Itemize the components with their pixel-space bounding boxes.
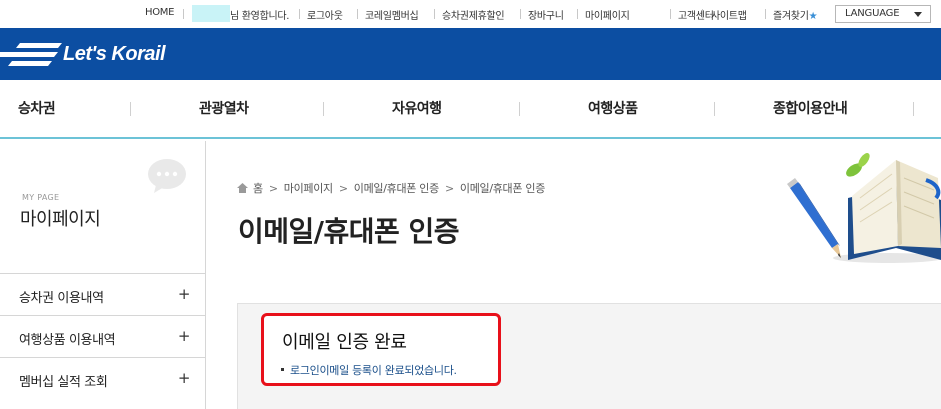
logo-text[interactable]: Let's Korail <box>63 43 166 66</box>
favorites-label: 즐겨찾기 <box>773 11 809 22</box>
user-name-redacted <box>192 5 230 22</box>
nav-item-tickets[interactable]: 승차권 <box>18 98 56 118</box>
verification-complete-box: 이메일 인증 완료 로그인이메일 등록이 완료되었습니다. <box>261 313 501 386</box>
breadcrumb-item: 이메일/휴대폰 인증 <box>459 182 546 195</box>
nav-item-tourist-train[interactable]: 관광열차 <box>199 98 249 118</box>
home-link[interactable]: HOME <box>145 7 174 18</box>
plus-icon[interactable]: + <box>178 285 191 303</box>
util-divider <box>765 9 766 19</box>
home-icon <box>237 183 248 193</box>
chevron-right-icon: > <box>444 182 454 195</box>
util-divider <box>183 9 184 19</box>
language-select[interactable]: LANGUAGE <box>835 5 931 23</box>
util-divider <box>299 9 300 19</box>
sidebar-item-label: 멤버십 실적 조회 <box>19 375 108 390</box>
chevron-down-icon <box>914 12 922 17</box>
notice-message-text: 로그인이메일 등록이 완료되었습니다. <box>290 364 457 377</box>
breadcrumb-item[interactable]: 홈 <box>253 182 263 195</box>
mypage-link[interactable]: 마이페이지 <box>585 7 630 22</box>
sidebar-item-product-history[interactable]: 여행상품 이용내역 + <box>0 315 205 357</box>
partner-discount-link[interactable]: 승차권제휴할인 <box>442 7 505 22</box>
chevron-right-icon: > <box>268 182 278 195</box>
nav-divider <box>913 102 914 116</box>
nav-divider <box>130 102 131 116</box>
sidebar-item-membership-record[interactable]: 멤버십 실적 조회 + <box>0 357 205 399</box>
korail-logo-icon[interactable] <box>0 41 62 69</box>
sidebar-menu: 승차권 이용내역 + 여행상품 이용내역 + 멤버십 실적 조회 + <box>0 273 205 399</box>
nav-divider <box>323 102 324 116</box>
breadcrumb: 홈 > 마이페이지 > 이메일/휴대폰 인증 > 이메일/휴대폰 인증 <box>237 180 546 196</box>
nav-item-guide[interactable]: 종합이용안내 <box>773 98 848 118</box>
logout-link[interactable]: 로그아웃 <box>307 7 343 22</box>
star-icon: ★ <box>808 11 818 22</box>
sidebar-small-label: MY PAGE <box>22 193 60 202</box>
sidebar-item-label: 여행상품 이용내역 <box>19 333 116 348</box>
util-divider <box>577 9 578 19</box>
nav-item-free-travel[interactable]: 자유여행 <box>392 98 442 118</box>
util-divider <box>670 9 671 19</box>
customer-center-link[interactable]: 고객센터 <box>678 7 714 22</box>
membership-link[interactable]: 코레일멤버십 <box>365 7 419 22</box>
breadcrumb-item[interactable]: 마이페이지 <box>284 182 333 195</box>
plus-icon[interactable]: + <box>178 327 191 345</box>
util-divider <box>434 9 435 19</box>
language-label: LANGUAGE <box>845 8 900 19</box>
notice-title: 이메일 인증 완료 <box>282 332 407 353</box>
util-divider <box>357 9 358 19</box>
notice-message: 로그인이메일 등록이 완료되었습니다. <box>281 362 457 378</box>
util-divider <box>520 9 521 19</box>
favorites-link[interactable]: 즐겨찾기★ <box>773 7 818 22</box>
breadcrumb-item[interactable]: 이메일/휴대폰 인증 <box>354 182 439 195</box>
sidebar-item-label: 승차권 이용내역 <box>19 291 104 306</box>
sidebar-item-ticket-history[interactable]: 승차권 이용내역 + <box>0 273 205 315</box>
site-header: Let's Korail <box>0 28 941 80</box>
sidebar: MY PAGE 마이페이지 승차권 이용내역 + 여행상품 이용내역 + 멤버십… <box>0 141 206 409</box>
sitemap-link[interactable]: 사이트맵 <box>711 7 747 22</box>
speech-bubble-icon <box>148 159 186 193</box>
bullet-icon <box>281 368 284 371</box>
cart-link[interactable]: 장바구니 <box>528 7 564 22</box>
main-navigation: 승차권 관광열차 자유여행 여행상품 종합이용안내 <box>0 80 941 139</box>
page-title: 이메일/휴대폰 인증 <box>238 215 460 248</box>
book-pencil-illustration-icon <box>787 153 941 263</box>
welcome-text: 님 환영합니다. <box>230 11 290 22</box>
chevron-right-icon: > <box>338 182 348 195</box>
utility-bar: HOME 님 환영합니다. 로그아웃 코레일멤버십 승차권제휴할인 장바구니 마… <box>0 0 941 28</box>
nav-divider <box>714 102 715 116</box>
util-divider <box>702 9 703 19</box>
nav-divider <box>519 102 520 116</box>
nav-item-travel-products[interactable]: 여행상품 <box>588 98 638 118</box>
plus-icon[interactable]: + <box>178 369 191 387</box>
sidebar-title: 마이페이지 <box>20 209 101 230</box>
